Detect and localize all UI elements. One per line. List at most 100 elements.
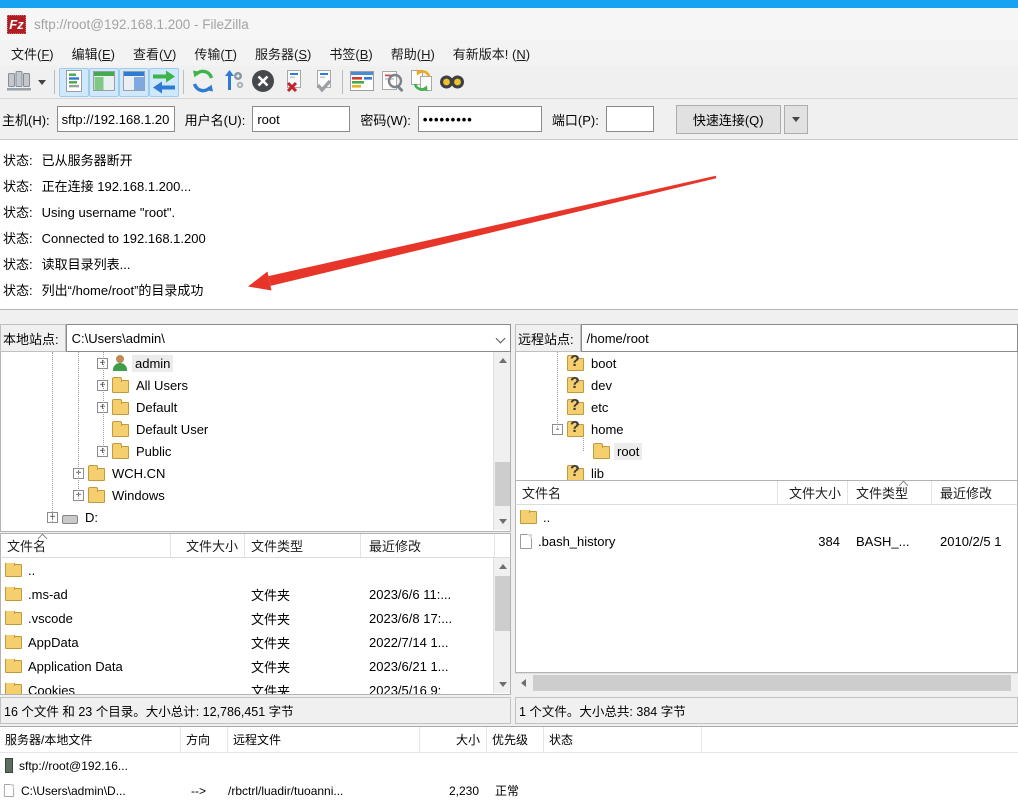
queue-transfer-row[interactable]: C:\Users\admin\D... -->/rbctrl/luadir/tu… xyxy=(0,778,1018,803)
remote-tree-item-home[interactable]: -home xyxy=(516,418,1017,440)
list-item[interactable]: .. xyxy=(516,505,1017,529)
quickconnect-button[interactable]: 快速连接(Q) xyxy=(676,105,781,134)
remote-tree-item-dev[interactable]: dev xyxy=(516,374,1017,396)
queue-server-row[interactable]: sftp://root@192.16... xyxy=(0,753,1018,778)
column-header-priority[interactable]: 优先级 xyxy=(487,727,544,752)
menu-file[interactable]: 文件(F) xyxy=(2,41,63,66)
cancel-button[interactable] xyxy=(248,68,278,97)
port-input[interactable] xyxy=(606,106,654,132)
menu-view[interactable]: 查看(V) xyxy=(124,41,185,66)
column-header-modified[interactable]: 最近修改 xyxy=(361,534,495,557)
column-header-filetype[interactable]: 文件类型 xyxy=(848,481,932,504)
column-header-modified[interactable]: 最近修改 xyxy=(932,481,1017,504)
username-label: 用户名(U): xyxy=(185,110,246,129)
list-item[interactable]: .ms-ad文件夹2023/6/6 11:... xyxy=(1,582,510,606)
port-label: 端口(P): xyxy=(552,110,599,129)
menu-new-version[interactable]: 有新版本! (N) xyxy=(444,41,539,66)
local-list-scrollbar[interactable] xyxy=(493,558,510,693)
remote-horizontal-scrollbar[interactable] xyxy=(515,673,1018,691)
toolbar-separator xyxy=(342,70,343,94)
filezilla-logo-icon: Fz xyxy=(7,15,26,34)
synchronized-browsing-button[interactable] xyxy=(377,68,407,97)
local-tree-scrollbar[interactable] xyxy=(493,352,510,530)
scroll-thumb[interactable] xyxy=(495,462,510,506)
toggle-log-view-button[interactable] xyxy=(59,68,89,97)
scroll-up-arrow[interactable] xyxy=(494,352,511,369)
column-header-remote-file[interactable]: 远程文件 xyxy=(228,727,420,752)
folder-icon xyxy=(5,684,22,696)
list-item[interactable]: .. xyxy=(1,558,510,582)
column-header-filetype[interactable]: 文件类型 xyxy=(245,534,361,557)
column-header-direction[interactable]: 方向 xyxy=(181,727,228,752)
chevron-down-icon xyxy=(792,117,800,122)
process-queue-button[interactable] xyxy=(218,68,248,97)
find-files-button[interactable] xyxy=(407,68,437,97)
folder-icon xyxy=(5,588,22,601)
column-header-server-local-file[interactable]: 服务器/本地文件 xyxy=(0,727,181,752)
local-panel: 本地站点: C:\Users\admin\ +admin +All Users … xyxy=(0,324,511,724)
filter-button[interactable] xyxy=(437,68,467,97)
list-item[interactable]: Cookies文件夹2023/5/16 9: xyxy=(1,678,510,695)
host-input[interactable] xyxy=(57,106,175,132)
directory-comparison-button[interactable] xyxy=(347,68,377,97)
scroll-left-arrow[interactable] xyxy=(515,674,532,691)
local-site-combobox[interactable]: C:\Users\admin\ xyxy=(66,324,511,352)
host-label: 主机(H): xyxy=(2,110,50,129)
disconnect-button[interactable] xyxy=(278,68,308,97)
column-header-filename[interactable]: 文件名 xyxy=(516,481,778,504)
list-item[interactable]: Application Data文件夹2023/6/21 1... xyxy=(1,654,510,678)
folder-icon xyxy=(112,446,129,459)
remote-tree-item-root[interactable]: root xyxy=(516,440,1017,462)
reconnect-button[interactable] xyxy=(308,68,338,97)
folder-icon xyxy=(88,490,105,503)
log-line: 状态:正在连接 192.168.1.200... xyxy=(3,174,1018,200)
toggle-transfer-queue-button[interactable] xyxy=(149,68,179,97)
synchronized-browsing-icon xyxy=(378,68,406,97)
toolbar-separator xyxy=(54,70,55,94)
scroll-up-arrow[interactable] xyxy=(494,558,511,575)
refresh-button[interactable] xyxy=(188,68,218,97)
title-bar: Fz sftp://root@192.168.1.200 - FileZilla xyxy=(0,8,1018,40)
directory-comparison-icon xyxy=(348,68,376,97)
log-line: 状态:读取目录列表... xyxy=(3,252,1018,278)
site-manager-button[interactable] xyxy=(4,68,34,97)
column-header-filesize[interactable]: 文件大小 xyxy=(778,481,848,504)
remote-status-bar: 1 个文件。大小总共: 384 字节 xyxy=(515,697,1018,724)
expand-icon xyxy=(552,468,563,479)
column-header-size[interactable]: 大小 xyxy=(420,727,487,752)
menu-edit[interactable]: 编辑(E) xyxy=(63,41,124,66)
quickconnect-bar: 主机(H): 用户名(U): 密码(W): 端口(P): 快速连接(Q) xyxy=(0,99,1018,140)
scroll-thumb[interactable] xyxy=(533,675,1011,691)
toggle-remote-tree-button[interactable] xyxy=(119,68,149,97)
log-line: 状态:列出“/home/root”的目录成功 xyxy=(3,278,1018,304)
password-input[interactable] xyxy=(418,106,542,132)
list-item[interactable]: .vscode文件夹2023/6/8 17:... xyxy=(1,606,510,630)
scroll-thumb[interactable] xyxy=(495,576,510,631)
local-tree-item-d-drive[interactable]: +D: xyxy=(1,506,510,528)
menu-bookmarks[interactable]: 书签(B) xyxy=(320,41,381,66)
local-list-header: 文件名 文件大小 文件类型 最近修改 xyxy=(0,533,511,558)
remote-tree-item-etc[interactable]: etc xyxy=(516,396,1017,418)
menu-transfer[interactable]: 传输(T) xyxy=(185,41,246,66)
scroll-down-arrow[interactable] xyxy=(494,676,511,693)
column-header-status[interactable]: 状态 xyxy=(544,727,702,752)
toggle-local-tree-button[interactable] xyxy=(89,68,119,97)
folder-icon xyxy=(112,402,129,415)
unknown-folder-icon xyxy=(567,380,584,393)
quickconnect-dropdown-button[interactable] xyxy=(784,105,808,134)
username-input[interactable] xyxy=(252,106,350,132)
column-header-filesize[interactable]: 文件大小 xyxy=(171,534,245,557)
window-accent-strip xyxy=(0,0,1018,8)
remote-tree-item-boot[interactable]: boot xyxy=(516,352,1017,374)
list-item[interactable]: AppData文件夹2022/7/14 1... xyxy=(1,630,510,654)
remote-site-combobox[interactable]: /home/root xyxy=(581,324,1018,352)
toolbar xyxy=(0,66,1018,99)
column-header-filename[interactable]: 文件名 xyxy=(1,534,171,557)
disconnect-icon xyxy=(280,68,306,97)
site-manager-dropdown-button[interactable] xyxy=(34,68,50,97)
message-log: 状态:已从服务器断开 状态:正在连接 192.168.1.200... 状态:U… xyxy=(0,140,1018,310)
scroll-down-arrow[interactable] xyxy=(494,513,511,530)
menu-help[interactable]: 帮助(H) xyxy=(382,41,444,66)
menu-server[interactable]: 服务器(S) xyxy=(246,41,320,66)
list-item[interactable]: .bash_history384BASH_...2010/2/5 1 xyxy=(516,529,1017,553)
